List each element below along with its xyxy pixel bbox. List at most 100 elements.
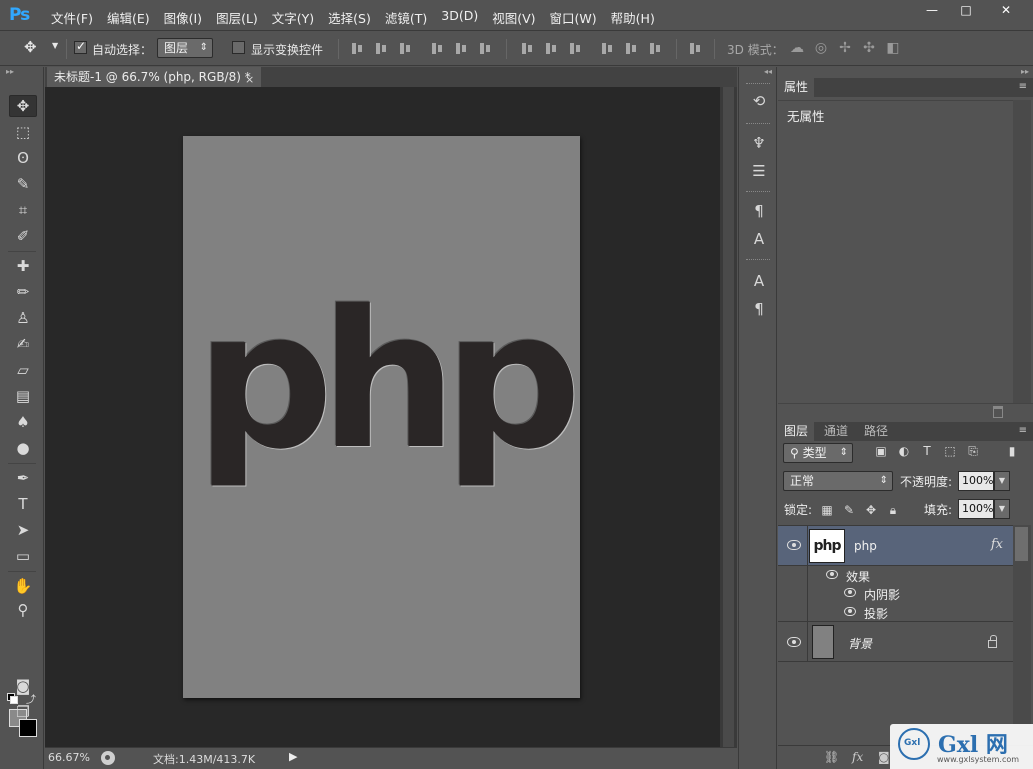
align-right-icon[interactable] [478, 42, 492, 56]
opacity-input[interactable]: 100% [958, 471, 994, 491]
filter-shape-icon[interactable]: ⬚ [942, 444, 958, 460]
add-style-icon[interactable]: fx [852, 750, 863, 764]
menu-layer[interactable]: 图层(L) [209, 8, 265, 27]
history-brush-tool-icon[interactable]: ✍ [9, 333, 37, 355]
move-tool-icon[interactable]: ✥ [9, 95, 37, 117]
panel-menu-icon[interactable]: ≡ [1019, 425, 1027, 436]
crop-tool-icon[interactable]: ⌗ [9, 199, 37, 221]
dock-grip[interactable] [746, 83, 770, 86]
type-tool-icon[interactable]: T [9, 493, 37, 515]
visibility-eye-icon[interactable] [787, 637, 801, 647]
quick-select-tool-icon[interactable]: ✎ [9, 173, 37, 195]
scrollbar-thumb[interactable] [1015, 527, 1028, 561]
tab-layers[interactable]: 图层 [778, 422, 815, 441]
menu-image[interactable]: 图像(I) [157, 8, 209, 27]
canvas-vertical-scrollbar[interactable] [720, 87, 737, 747]
filter-smart-object-icon[interactable]: ⎘ [965, 444, 981, 460]
paragraph-icon[interactable]: ¶ [747, 299, 771, 319]
character-icon[interactable]: A [747, 271, 771, 291]
history-icon[interactable]: ⟲ [747, 91, 771, 111]
3d-slide-icon[interactable]: ✣ [860, 40, 878, 56]
effect-eye-icon[interactable] [844, 588, 856, 597]
trash-icon[interactable] [993, 406, 1003, 418]
blend-mode-select[interactable]: 正常 [783, 471, 893, 491]
effects-row[interactable]: 效果 [778, 566, 1013, 584]
3d-rotate-icon[interactable]: ☁ [788, 40, 806, 56]
opacity-dropdown-icon[interactable]: ▼ [994, 471, 1010, 491]
auto-select-target-select[interactable]: 图层 [157, 38, 213, 58]
screen-mode-icon[interactable]: ❐ [9, 701, 37, 723]
link-layers-icon[interactable]: ⛓ [824, 750, 839, 764]
document-tab[interactable]: 未标题-1 @ 66.7% (php, RGB/8) * × [47, 67, 261, 87]
eraser-tool-icon[interactable]: ▱ [9, 359, 37, 381]
collapse-icon[interactable]: ◂◂ [764, 67, 772, 76]
layer-fx-badge[interactable]: fx [991, 537, 1003, 552]
status-info-icon[interactable] [101, 751, 115, 765]
close-window-button[interactable]: ✕ [983, 0, 1029, 20]
layer-row-php[interactable]: php php fx [778, 526, 1013, 566]
collapse-icon[interactable]: ▸▸ [1021, 67, 1029, 76]
tab-channels[interactable]: 通道 [818, 422, 854, 441]
dock-grip[interactable] [746, 123, 770, 126]
align-left-icon[interactable] [430, 42, 444, 56]
distribute-top-icon[interactable] [520, 42, 534, 56]
effect-row-drop-shadow[interactable]: 投影 [778, 603, 1013, 622]
effects-eye-icon[interactable] [826, 570, 838, 579]
layer-name-background[interactable]: 背景 [848, 635, 872, 652]
menu-window[interactable]: 窗口(W) [543, 8, 604, 27]
restore-button[interactable]: □ [949, 0, 983, 20]
filter-adjustment-icon[interactable]: ◐ [896, 444, 912, 460]
quick-mask-icon[interactable]: ◙ [9, 675, 37, 697]
show-transform-checkbox[interactable] [232, 41, 245, 54]
eyedropper-tool-icon[interactable]: ✐ [9, 225, 37, 247]
filter-type-icon[interactable]: T [919, 444, 935, 460]
3d-scale-icon[interactable]: ◧ [884, 40, 902, 56]
effect-row-inner-shadow[interactable]: 内阴影 [778, 584, 1013, 603]
brush-presets-icon[interactable]: ♆ [747, 133, 771, 153]
fill-dropdown-icon[interactable]: ▼ [994, 499, 1010, 519]
3d-drag-icon[interactable]: ✢ [836, 40, 854, 56]
menu-edit[interactable]: 编辑(E) [100, 8, 157, 27]
visibility-eye-icon[interactable] [787, 540, 801, 550]
zoom-level[interactable]: 66.67% [48, 751, 90, 764]
status-menu-arrow-icon[interactable]: ▶ [289, 750, 297, 763]
menu-select[interactable]: 选择(S) [321, 8, 378, 27]
distribute-right-icon[interactable] [648, 42, 662, 56]
dodge-tool-icon[interactable]: ● [9, 437, 37, 459]
fill-input[interactable]: 100% [958, 499, 994, 519]
lock-all-icon[interactable]: 🔒︎ [886, 503, 900, 517]
tab-properties[interactable]: 属性 [778, 78, 815, 97]
panel-menu-icon[interactable]: ≡ [1019, 81, 1027, 92]
distribute-left-icon[interactable] [600, 42, 614, 56]
menu-help[interactable]: 帮助(H) [604, 8, 662, 27]
lock-image-icon[interactable]: ✎ [842, 503, 856, 517]
filter-toggle-icon[interactable]: ▮ [1004, 444, 1020, 460]
dock-grip[interactable] [746, 259, 770, 262]
menu-type[interactable]: 文字(Y) [265, 8, 321, 27]
lasso-tool-icon[interactable]: ʘ [9, 147, 37, 169]
align-bottom-icon[interactable] [398, 42, 412, 56]
move-tool-preset-icon[interactable]: ✥ [24, 38, 37, 56]
menu-file[interactable]: 文件(F) [44, 8, 100, 27]
character-styles-icon[interactable]: A [747, 229, 771, 249]
collapse-icon[interactable]: ▸▸ [6, 67, 14, 76]
properties-scrollbar[interactable] [1013, 100, 1031, 419]
add-mask-icon[interactable]: ◙ [878, 750, 890, 764]
layer-name-php[interactable]: php [854, 539, 877, 553]
minimize-button[interactable]: — [915, 0, 949, 20]
auto-select-checkbox[interactable] [74, 39, 87, 54]
tool-preset-dropdown-icon[interactable]: ▼ [52, 41, 58, 50]
brush-tool-icon[interactable]: ✏ [9, 281, 37, 303]
distribute-bottom-icon[interactable] [568, 42, 582, 56]
distribute-vertical-center-icon[interactable] [544, 42, 558, 56]
blur-tool-icon[interactable]: ♠ [9, 411, 37, 433]
menu-view[interactable]: 视图(V) [485, 8, 542, 27]
gradient-tool-icon[interactable]: ▤ [9, 385, 37, 407]
path-select-tool-icon[interactable]: ➤ [9, 519, 37, 541]
zoom-tool-icon[interactable]: ⚲ [9, 599, 37, 621]
brush-settings-icon[interactable]: ☰ [747, 161, 771, 181]
scrollbar-thumb[interactable] [723, 87, 734, 747]
dock-grip[interactable] [746, 191, 770, 194]
layer-row-background[interactable]: 背景 [778, 622, 1013, 662]
pen-tool-icon[interactable]: ✒ [9, 467, 37, 489]
